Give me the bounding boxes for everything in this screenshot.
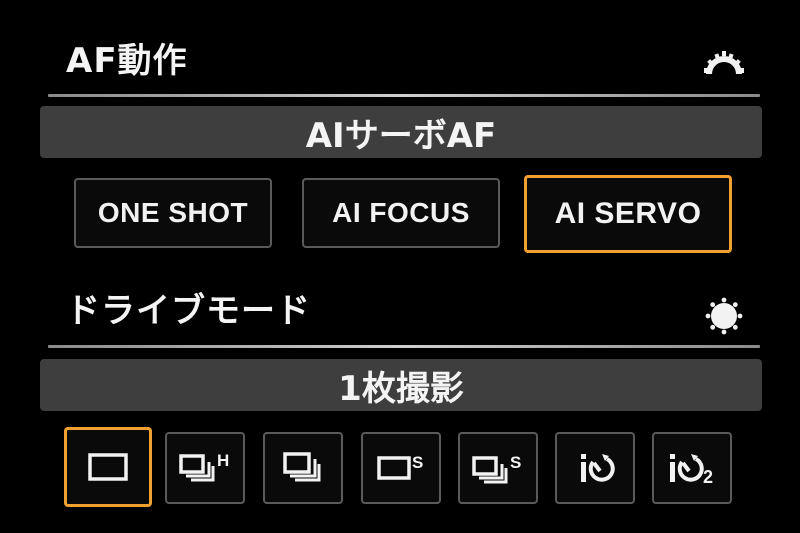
silent-single-shooting-icon: S [377,453,423,480]
af-option-ai-focus[interactable]: AI FOCUS [302,178,500,248]
af-option-ai-servo[interactable]: AI SERVO [524,175,732,253]
drive-suffix-label: S [510,453,521,472]
drive-suffix-label: 2 [703,467,713,487]
drive-option-self-timer-2[interactable]: 2 [652,432,732,504]
af-operation-title: AF動作 [66,41,188,81]
main-dial-icon [704,51,744,74]
drive-option-self-timer-10[interactable] [555,432,635,504]
silent-continuous-shooting-icon: S [472,453,521,484]
single-shooting-icon [88,453,128,481]
drive-option-silent-continuous[interactable]: S [458,432,538,504]
low-speed-continuous-icon [283,452,321,482]
high-speed-continuous-icon: H [179,451,229,482]
af-section-divider [48,94,760,97]
drive-option-silent-single[interactable]: S [361,432,441,504]
drive-option-low-speed-continuous[interactable] [263,432,343,504]
af-current-value: AIサーボAF [40,106,762,158]
drive-suffix-label: S [412,453,423,472]
drive-current-value: 1枚撮影 [40,359,762,411]
self-timer-2sec-icon: 2 [670,454,713,487]
quick-control-dial-icon [705,297,743,335]
af-option-one-shot[interactable]: ONE SHOT [74,178,272,248]
drive-suffix-label: H [217,451,229,470]
drive-option-high-speed-continuous[interactable]: H [165,432,245,504]
drive-option-single[interactable] [64,427,152,507]
self-timer-10sec-icon [581,454,615,482]
drive-section-divider [48,345,760,348]
drive-mode-title: ドライブモード [66,291,311,331]
